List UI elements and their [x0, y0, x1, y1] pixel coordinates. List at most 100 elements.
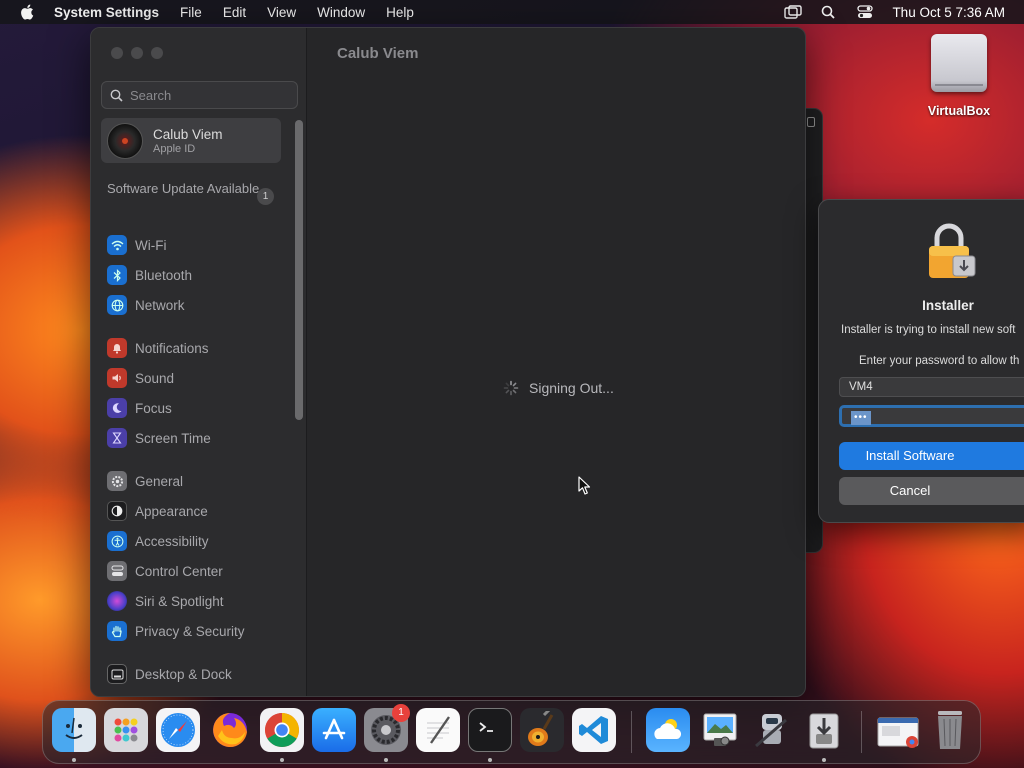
- minimize-button[interactable]: [131, 47, 143, 59]
- menu-view[interactable]: View: [267, 5, 296, 20]
- apple-logo-icon[interactable]: [20, 4, 34, 20]
- sidebar-toggle-icon[interactable]: [807, 117, 815, 127]
- sidebar-item-label: Accessibility: [135, 533, 209, 549]
- downloads-stack-icon[interactable]: [876, 708, 920, 752]
- sidebar-item-label: Network: [135, 297, 185, 313]
- avatar: [107, 122, 143, 159]
- install-software-button[interactable]: Install Software: [839, 442, 1024, 470]
- sidebar-item-general[interactable]: General: [107, 470, 183, 492]
- running-indicator: [280, 758, 284, 762]
- system-settings-window: Calub Viem Apple ID Software Update Avai…: [90, 27, 806, 697]
- sidebar-item-desktop-dock[interactable]: Desktop & Dock: [107, 663, 232, 685]
- spotlight-search-icon[interactable]: [820, 5, 838, 19]
- sidebar-item-sound[interactable]: Sound: [107, 367, 174, 389]
- menu-clock[interactable]: Thu Oct 5 7:36 AM: [892, 5, 1005, 20]
- software-update-item[interactable]: Software Update Available 1: [107, 181, 287, 205]
- automator-icon[interactable]: [750, 708, 794, 752]
- installer-auth-dialog: Installer Installer is trying to install…: [818, 199, 1024, 523]
- sidebar-item-siri-spotlight[interactable]: Siri & Spotlight: [107, 590, 224, 612]
- sidebar-item-notifications[interactable]: Notifications: [107, 337, 209, 359]
- menu-app-name[interactable]: System Settings: [54, 5, 159, 20]
- launchpad-icon[interactable]: [104, 708, 148, 752]
- sidebar-item-screen-time[interactable]: Screen Time: [107, 427, 211, 449]
- signing-out-status: Signing Out...: [503, 380, 614, 396]
- dock-separator: [861, 711, 862, 753]
- installer-icon[interactable]: [802, 708, 846, 752]
- sidebar-item-label: Appearance: [135, 503, 208, 519]
- desktop-icon-label: VirtualBox: [927, 104, 991, 118]
- desktop-icon-virtualbox[interactable]: VirtualBox: [918, 34, 1000, 118]
- sidebar-scrollbar[interactable]: [295, 120, 303, 420]
- bell-icon: [107, 338, 127, 358]
- running-indicator: [72, 758, 76, 762]
- menu-file[interactable]: File: [180, 5, 202, 20]
- search-icon: [110, 89, 123, 102]
- sidebar-item-bluetooth[interactable]: Bluetooth: [107, 264, 192, 286]
- dock-separator: [631, 711, 632, 753]
- chrome-icon[interactable]: [260, 708, 304, 752]
- wifi-icon: [107, 235, 127, 255]
- sidebar-item-wifi[interactable]: Wi-Fi: [107, 234, 166, 256]
- username-field[interactable]: VM4: [839, 377, 1024, 397]
- screen-mirroring-icon[interactable]: [784, 5, 803, 19]
- sidebar-item-accessibility[interactable]: Accessibility: [107, 530, 209, 552]
- software-update-label: Software Update Available: [107, 181, 260, 196]
- sidebar-item-appearance[interactable]: Appearance: [107, 500, 208, 522]
- menu-help[interactable]: Help: [386, 5, 414, 20]
- hourglass-icon: [107, 428, 127, 448]
- bluetooth-icon: [107, 265, 127, 285]
- running-indicator: [488, 758, 492, 762]
- sidebar-item-focus[interactable]: Focus: [107, 397, 172, 419]
- settings-sidebar: Calub Viem Apple ID Software Update Avai…: [91, 28, 307, 696]
- textedit-icon[interactable]: [416, 708, 460, 752]
- dialog-title: Installer: [922, 298, 974, 313]
- sidebar-item-control-center[interactable]: Control Center: [107, 560, 223, 582]
- sidebar-item-label: Notifications: [135, 340, 209, 356]
- sidebar-item-label: Screen Time: [135, 430, 211, 446]
- sidebar-item-label: Privacy & Security: [135, 623, 245, 639]
- moon-icon: [107, 398, 127, 418]
- close-button[interactable]: [111, 47, 123, 59]
- password-mask: •••: [851, 411, 871, 425]
- sidebar-item-label: Bluetooth: [135, 267, 193, 283]
- external-drive-icon: [931, 34, 987, 92]
- zoom-button[interactable]: [151, 47, 163, 59]
- speaker-icon: [107, 368, 127, 388]
- search-box[interactable]: [101, 81, 298, 109]
- app-store-icon[interactable]: [312, 708, 356, 752]
- firefox-icon[interactable]: [208, 708, 252, 752]
- sidebar-item-label: Sound: [135, 370, 175, 386]
- menu-window[interactable]: Window: [317, 5, 365, 20]
- dock: 1: [42, 700, 981, 764]
- globe-icon: [107, 295, 127, 315]
- control-center-icon[interactable]: [856, 5, 874, 19]
- search-input[interactable]: [130, 87, 290, 103]
- safari-icon[interactable]: [156, 708, 200, 752]
- sidebar-item-privacy-security[interactable]: Privacy & Security: [107, 620, 245, 642]
- dock-icon: [107, 664, 127, 684]
- notification-badge: 1: [392, 704, 410, 722]
- password-field[interactable]: •••: [839, 405, 1024, 427]
- sidebar-item-label: General: [135, 473, 184, 489]
- guitar-icon[interactable]: [520, 708, 564, 752]
- running-indicator: [384, 758, 388, 762]
- cancel-button[interactable]: Cancel: [839, 477, 1024, 505]
- sidebar-item-label: Control Center: [135, 563, 223, 579]
- apple-id-account[interactable]: Calub Viem Apple ID: [101, 118, 281, 163]
- terminal-icon[interactable]: [468, 708, 512, 752]
- sidebar-item-label: Desktop & Dock: [135, 666, 232, 682]
- siri-icon: [107, 591, 127, 611]
- vscode-icon[interactable]: [572, 708, 616, 752]
- dialog-message: Installer is trying to install new soft: [841, 324, 1016, 336]
- hand-icon: [107, 621, 127, 641]
- contrast-icon: [107, 501, 127, 521]
- running-indicator: [822, 758, 826, 762]
- trash-icon[interactable]: [928, 708, 972, 752]
- accessibility-icon: [107, 531, 127, 551]
- weather-icon[interactable]: [646, 708, 690, 752]
- menu-edit[interactable]: Edit: [223, 5, 246, 20]
- preview-icon[interactable]: [698, 708, 742, 752]
- sidebar-item-network[interactable]: Network: [107, 294, 185, 316]
- sidebar-item-label: Wi-Fi: [135, 237, 167, 253]
- finder-icon[interactable]: [52, 708, 96, 752]
